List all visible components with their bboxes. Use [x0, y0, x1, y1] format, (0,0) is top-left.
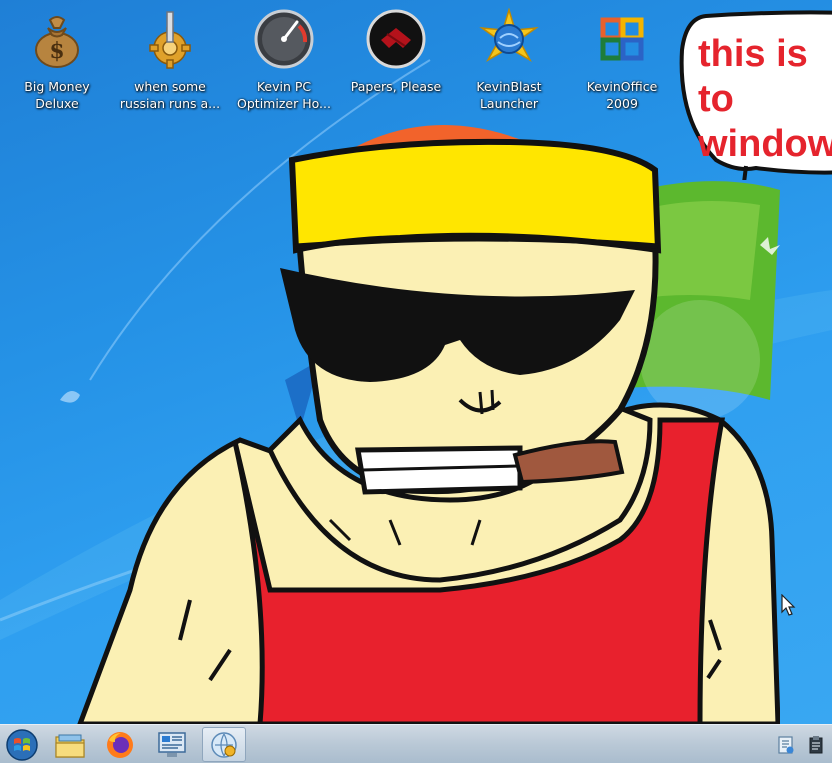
firefox-icon	[107, 731, 133, 758]
start-orb-icon	[6, 728, 38, 761]
taskbar-control-panel-button[interactable]	[150, 727, 194, 762]
desktop[interactable]: $ Big Money Deluxe when some russian run…	[0, 0, 832, 763]
money-bag-icon: $	[35, 16, 79, 68]
taskbar-file-explorer-button[interactable]	[48, 727, 92, 762]
desktop-icon-big-money-deluxe[interactable]: $ Big Money Deluxe	[5, 8, 109, 112]
desktop-icon-label: when some russian runs a...	[119, 79, 221, 111]
file-explorer-icon	[55, 734, 85, 758]
gear-icon	[149, 11, 191, 69]
notification-flag-icon[interactable]	[777, 735, 795, 755]
desktop-icon-russian-app[interactable]: when some russian runs a...	[118, 8, 222, 112]
taskbar-network-app-button[interactable]	[202, 727, 246, 762]
control-panel-icon	[158, 731, 186, 757]
office-logo-icon	[600, 17, 644, 61]
desktop-icon-label: KevinBlast Launcher	[476, 79, 542, 111]
speedometer-icon	[254, 9, 314, 69]
desktop-icon-kevinblast-launcher[interactable]: KevinBlast Launcher	[457, 7, 561, 112]
desktop-icon-label: Papers, Please	[350, 79, 442, 94]
desktop-icon-label: Kevin PC Optimizer Ho...	[237, 79, 331, 111]
taskbar	[0, 724, 832, 763]
start-button[interactable]	[0, 727, 44, 762]
svg-text:$: $	[49, 38, 64, 64]
desktop-icon-papers-please[interactable]: Papers, Please	[344, 8, 448, 95]
star-globe-icon	[479, 7, 539, 62]
desktop-icon-kevin-pc-optimizer[interactable]: Kevin PC Optimizer Ho...	[232, 8, 336, 112]
desktop-icon-label: Big Money Deluxe	[24, 79, 90, 111]
desktop-icon-kevinoffice-2009[interactable]: KevinOffice 2009	[570, 8, 674, 112]
papers-please-icon	[366, 9, 426, 69]
mouse-cursor	[781, 594, 796, 616]
desktop-icon-label: KevinOffice 2009	[586, 79, 658, 111]
character-drawing	[77, 138, 780, 724]
network-app-icon	[211, 731, 237, 758]
taskbar-firefox-button[interactable]	[98, 727, 142, 762]
clipboard-icon[interactable]	[808, 735, 824, 755]
